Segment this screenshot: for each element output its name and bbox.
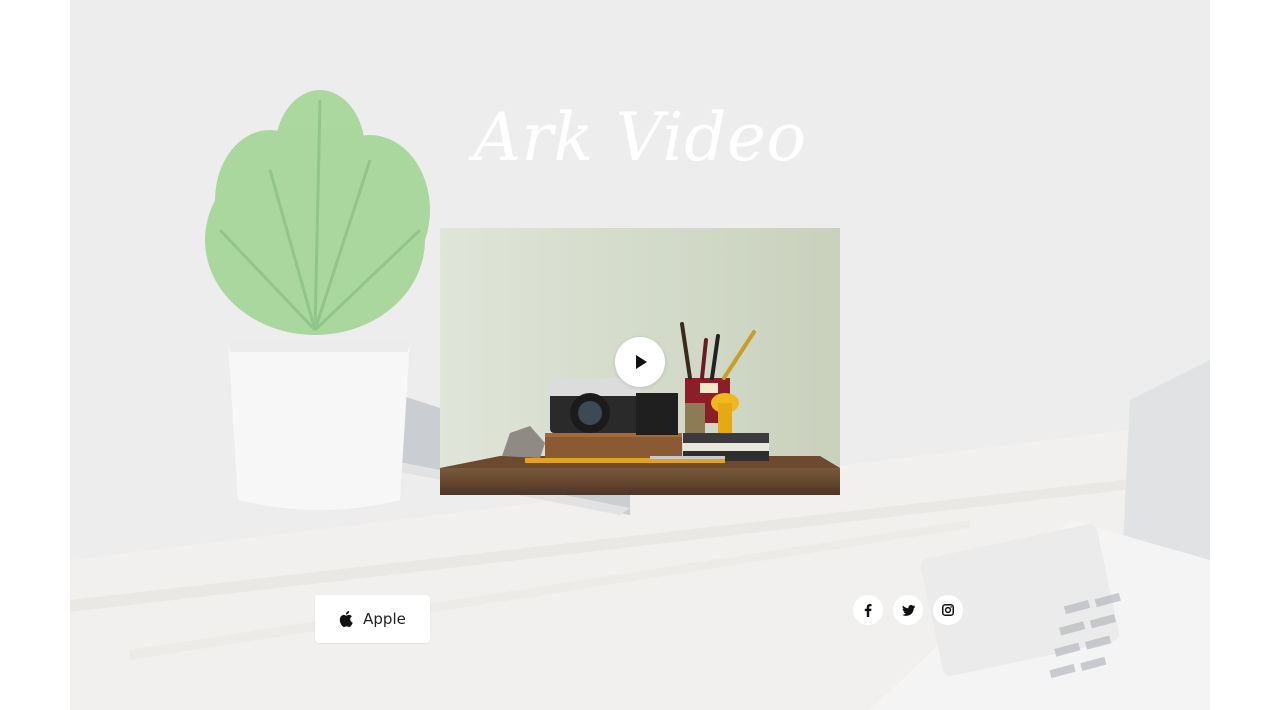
apple-icon [339,610,353,627]
facebook-button[interactable] [853,595,883,625]
apple-store-button[interactable]: Apple [315,595,430,643]
twitter-button[interactable] [893,595,923,625]
play-icon [636,355,647,369]
facebook-icon [864,603,872,617]
instagram-icon [942,604,954,616]
play-button[interactable] [615,337,665,387]
apple-store-label: Apple [363,610,406,628]
social-links [853,595,963,625]
twitter-icon [901,604,915,616]
page: Ark Video Apple [0,0,1280,710]
page-title: Ark Video [473,99,807,176]
instagram-button[interactable] [933,595,963,625]
